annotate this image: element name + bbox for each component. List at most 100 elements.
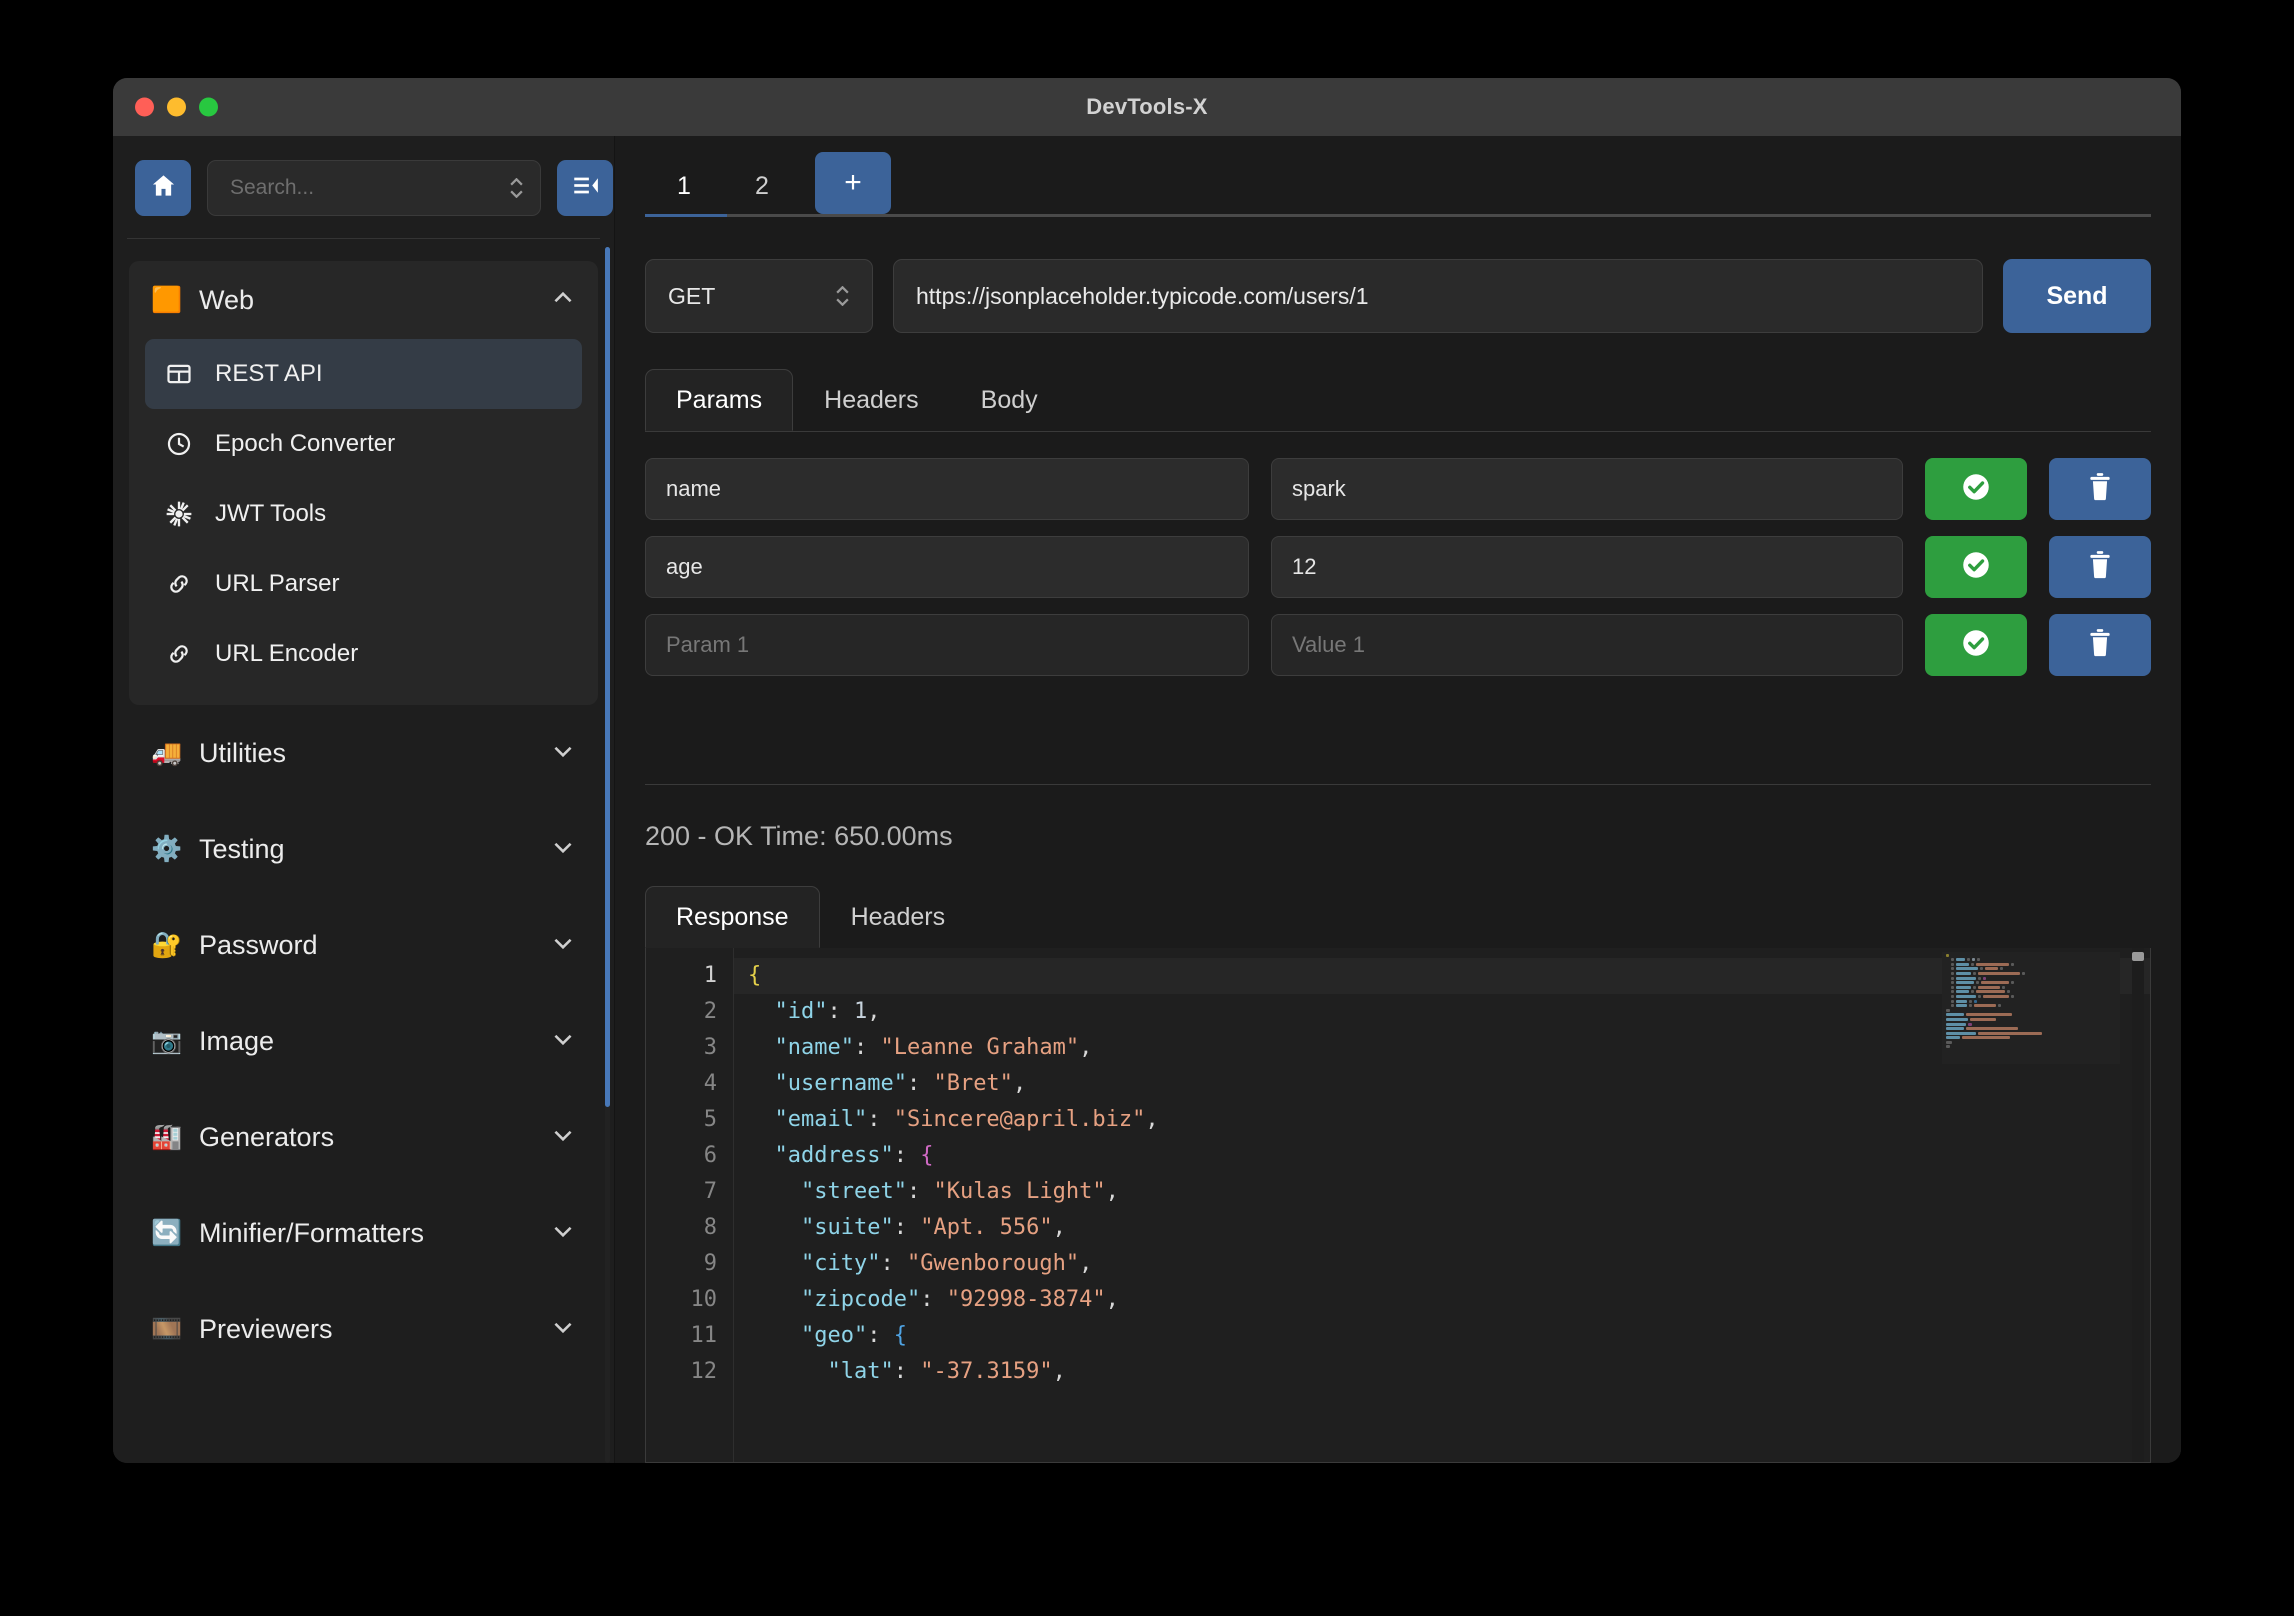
password-group-icon: 🔐: [151, 930, 183, 959]
param-confirm-button[interactable]: [1925, 536, 2027, 598]
chevron-down-icon: [550, 1218, 576, 1249]
code-line: "street": "Kulas Light",: [800, 1179, 1119, 1204]
param-confirm-button[interactable]: [1925, 614, 2027, 676]
chevron-down-icon: [550, 930, 576, 961]
code-scrollbar-thumb[interactable]: [2132, 952, 2144, 961]
line-number: 12: [690, 1359, 718, 1384]
code-scrollbar-track[interactable]: [2132, 948, 2144, 1462]
home-icon: [150, 172, 177, 204]
web-group-icon: 🟧: [151, 285, 183, 314]
param-value-input[interactable]: [1292, 632, 1882, 658]
line-number: 8: [703, 1215, 717, 1240]
param-key-input[interactable]: [666, 632, 1228, 658]
chevron-down-icon: [550, 1122, 576, 1153]
check-circle-icon: [1959, 626, 1993, 665]
code-line: "city": "Gwenborough",: [800, 1251, 1093, 1276]
code-line: "zipcode": "92998-3874",: [800, 1287, 1119, 1312]
sidebar-item-url-parser[interactable]: URL Parser: [145, 549, 582, 619]
chevron-updown-icon: [835, 286, 850, 306]
minifier-group-icon: 🔄: [151, 1218, 183, 1247]
sidebar-group-label: Testing: [199, 833, 285, 864]
jwt-icon: [163, 500, 195, 528]
sidebar-group-web: 🟧 Web REST API Epoch Converter JWT Tools…: [129, 261, 598, 705]
code-line: "lat": "-37.3159",: [827, 1359, 1066, 1384]
tab-headers[interactable]: Headers: [793, 369, 950, 431]
check-circle-icon: [1959, 548, 1993, 587]
sidebar-item-label: REST API: [215, 360, 323, 387]
sidebar: 🟧 Web REST API: [113, 136, 615, 1463]
search-box[interactable]: [207, 160, 541, 216]
sidebar-group-utilities[interactable]: 🚚 Utilities: [129, 705, 598, 801]
window-body: 🟧 Web REST API: [113, 136, 2181, 1463]
response-code-viewer[interactable]: 1 2 3 4 5 6 7 8 9 10 11 12 { "id": 1, "name": "Lean…: [645, 948, 2151, 1463]
tab-response[interactable]: Response: [645, 886, 820, 948]
sidebar-group-minifier-formatters[interactable]: 🔄 Minifier/Formatters: [129, 1185, 598, 1281]
request-bar: GET Send: [645, 217, 2151, 333]
param-value-input[interactable]: [1292, 554, 1882, 580]
line-number: 6: [703, 1143, 717, 1168]
param-delete-button[interactable]: [2049, 536, 2151, 598]
request-tab-2[interactable]: 2: [723, 158, 801, 214]
collapse-sidebar-icon: [572, 172, 599, 204]
param-key-field[interactable]: [645, 614, 1249, 676]
sidebar-item-epoch-converter[interactable]: Epoch Converter: [145, 409, 582, 479]
code-line: "username": "Bret",: [774, 1071, 1027, 1096]
sidebar-group-label: Utilities: [199, 737, 287, 768]
url-field[interactable]: [893, 259, 1983, 333]
sidebar-group-image[interactable]: 📷 Image: [129, 993, 598, 1089]
sidebar-group-generators[interactable]: 🏭 Generators: [129, 1089, 598, 1185]
param-key-field[interactable]: [645, 458, 1249, 520]
minimize-button[interactable]: [167, 97, 186, 117]
request-tabstrip: 1 2 +: [645, 136, 2151, 214]
generators-group-icon: 🏭: [151, 1122, 183, 1151]
sidebar-item-jwt-tools[interactable]: JWT Tools: [145, 479, 582, 549]
param-value-field[interactable]: [1271, 458, 1903, 520]
sidebar-item-url-encoder[interactable]: URL Encoder: [145, 619, 582, 689]
send-button[interactable]: Send: [2003, 259, 2151, 333]
param-delete-button[interactable]: [2049, 458, 2151, 520]
code-line: "email": "Sincere@april.biz",: [774, 1107, 1159, 1132]
search-input[interactable]: [230, 176, 501, 200]
param-delete-button[interactable]: [2049, 614, 2151, 676]
code-content[interactable]: { "id": 1, "name": "Leanne Graham", "use…: [734, 948, 2150, 1462]
url-input[interactable]: [916, 282, 1960, 310]
request-subtabs: Params Headers Body: [645, 369, 2151, 431]
method-select[interactable]: GET: [645, 259, 873, 333]
param-key-input[interactable]: [666, 554, 1228, 580]
app-window: DevTools-X Search... 🟧 Web REST API Epoc…: [113, 78, 2181, 1463]
sidebar-scrollbar-thumb[interactable]: [605, 247, 610, 1107]
link-icon: [163, 640, 195, 668]
collapse-sidebar-button[interactable]: [557, 160, 613, 216]
sidebar-toolbar: [113, 136, 614, 238]
sidebar-item-label: URL Encoder: [215, 640, 359, 667]
desktop-background: DevTools-X Search... 🟧 Web REST API Epoc…: [0, 0, 2294, 1616]
tab-body[interactable]: Body: [950, 369, 1069, 431]
param-key-input[interactable]: [666, 476, 1228, 502]
tab-response-headers[interactable]: Headers: [820, 886, 977, 948]
utilities-group-icon: 🚚: [151, 738, 183, 767]
clock-icon: [163, 430, 195, 458]
param-confirm-button[interactable]: [1925, 458, 2027, 520]
home-button[interactable]: [135, 160, 191, 216]
param-value-field[interactable]: [1271, 536, 1903, 598]
sidebar-group-previewers[interactable]: 🎞️ Previewers: [129, 1281, 598, 1377]
param-value-input[interactable]: [1292, 476, 1882, 502]
param-value-field[interactable]: [1271, 614, 1903, 676]
chevron-down-icon: [550, 834, 576, 865]
maximize-button[interactable]: [199, 97, 218, 117]
sidebar-group-web-header[interactable]: 🟧 Web: [129, 261, 598, 339]
table-row: [645, 536, 2151, 598]
param-key-field[interactable]: [645, 536, 1249, 598]
add-tab-button[interactable]: +: [815, 152, 891, 214]
window-controls[interactable]: [135, 97, 218, 117]
sidebar-group-testing[interactable]: ⚙️ Testing: [129, 801, 598, 897]
sidebar-group-label: Minifier/Formatters: [199, 1217, 425, 1248]
response-subtabs: Response Headers: [645, 886, 2151, 948]
request-tab-1[interactable]: 1: [645, 158, 723, 214]
tab-params[interactable]: Params: [645, 369, 794, 431]
close-button[interactable]: [135, 97, 154, 117]
sidebar-item-rest-api[interactable]: REST API: [145, 339, 582, 409]
sidebar-group-password[interactable]: 🔐 Password: [129, 897, 598, 993]
table-row: [645, 614, 2151, 676]
sidebar-group-label: Generators: [199, 1121, 335, 1152]
